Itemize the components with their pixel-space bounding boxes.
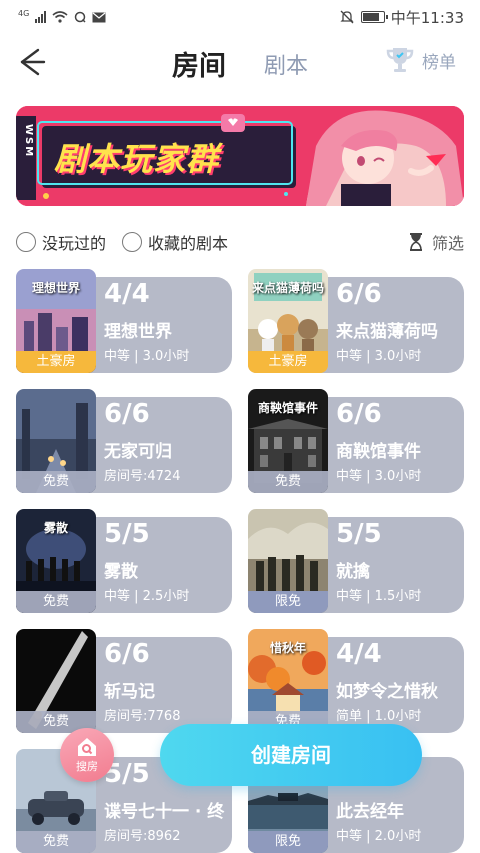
search-house-icon	[78, 738, 96, 756]
search-room-label: 搜房	[76, 760, 98, 773]
room-card[interactable]: 免费 6/6 无家可归房间号:4724	[16, 389, 232, 493]
hourglass-icon	[409, 233, 422, 251]
filter-button[interactable]: 筛选	[408, 230, 464, 254]
battery-icon	[360, 11, 388, 23]
room-card[interactable]: 限免 5/5 就擒中等 | 1.5小时	[248, 509, 464, 613]
room-title: 商鞅馆事件	[336, 442, 421, 462]
room-tag: 免费	[16, 831, 96, 853]
signal-icon	[35, 11, 47, 23]
room-tag: 限免	[248, 591, 328, 613]
room-tag: 免费	[248, 471, 328, 493]
trophy-icon	[386, 48, 414, 72]
wifi-icon	[52, 11, 68, 23]
room-cover-image: 限免	[248, 509, 328, 613]
filter-favorites-label: 收藏的剧本	[148, 234, 229, 253]
radio-circle-icon	[122, 232, 143, 252]
room-cover-image: 免费	[16, 629, 96, 733]
room-card[interactable]: 商鞅馆事件 免费 6/6 商鞅馆事件 中等 | 3.0小时	[248, 389, 464, 493]
room-tag: 免费	[16, 591, 96, 613]
room-cover-text: 来点猫薄荷吗	[252, 281, 325, 295]
room-meta: 中等 | 2.5小时	[104, 589, 190, 604]
room-title: 斩马记	[104, 682, 155, 702]
room-meta: 中等 | 3.0小时	[104, 349, 190, 364]
room-tag: 免费	[16, 471, 96, 493]
room-meta: 中等 | 2.0小时	[336, 829, 422, 844]
room-meta: 中等 | 1.5小时	[336, 589, 422, 604]
filter-favorites[interactable]: 收藏的剧本	[122, 230, 228, 254]
room-cover-image: 雾散 免费	[16, 509, 96, 613]
room-title: 来点猫薄荷吗	[336, 322, 438, 342]
room-card[interactable]: 惜秋年 免费 4/4 如梦令之惜秋简单 | 1.0小时	[248, 629, 464, 733]
room-cover-text: 商鞅馆事件	[257, 401, 318, 415]
qq-icon	[75, 11, 86, 23]
filter-row: 没玩过的 收藏的剧本 筛选	[16, 228, 464, 256]
room-title: 此去经年	[336, 802, 404, 822]
status-left: 4G	[18, 8, 106, 23]
room-title: 理想世界	[104, 322, 172, 342]
room-meta: 房间号:4724	[104, 469, 181, 484]
room-cover-image: 理想世界 土豪房	[16, 269, 96, 373]
room-player-count: 6/6	[336, 279, 382, 309]
room-card[interactable]: 理想世界 土豪房 4/4 理想世界 中等 | 3.0小时	[16, 269, 232, 373]
ranking-label: 榜单	[422, 52, 456, 73]
room-card[interactable]: 来点猫薄荷吗 土豪房 6/6 来点猫薄荷吗 中等 | 3.0小时	[248, 269, 464, 373]
banner-side-text: WSM	[23, 124, 34, 159]
room-title: 谍号七十一 · 终	[104, 802, 225, 822]
room-tag: 限免	[248, 831, 328, 853]
room-cover-image: 来点猫薄荷吗 土豪房	[248, 269, 328, 373]
room-player-count: 4/4	[104, 279, 150, 309]
room-player-count: 5/5	[336, 519, 382, 549]
room-player-count: 6/6	[104, 399, 150, 429]
room-title: 雾散	[104, 562, 138, 582]
tab-room[interactable]: 房间	[164, 44, 234, 83]
network-type: 4G	[18, 8, 30, 18]
back-arrow-icon[interactable]	[14, 44, 50, 80]
room-meta: 简单 | 1.0小时	[336, 709, 422, 724]
mail-icon	[92, 12, 106, 22]
room-cover-text: 理想世界	[31, 281, 80, 295]
radio-circle-icon	[16, 232, 36, 252]
room-title: 无家可归	[104, 442, 172, 462]
room-cover-image: 免费	[16, 389, 96, 493]
room-meta: 房间号:7768	[104, 709, 181, 724]
promo-banner[interactable]: WSM 剧本玩家群	[16, 106, 464, 206]
tab-room-label: 房间	[172, 51, 226, 82]
filter-not-played-label: 没玩过的	[42, 234, 107, 253]
room-player-count: 5/5	[104, 519, 150, 549]
filter-label: 筛选	[431, 234, 464, 253]
search-room-button[interactable]: 搜房	[60, 728, 114, 782]
room-tag: 土豪房	[16, 351, 96, 373]
room-card[interactable]: 免费 6/6 斩马记房间号:7768	[16, 629, 232, 733]
room-card[interactable]: 雾散 免费 5/5 雾散 中等 | 2.5小时	[16, 509, 232, 613]
room-cover-image: 惜秋年 免费	[248, 629, 328, 733]
room-cover-text: 雾散	[43, 521, 68, 535]
header: 房间 剧本 榜单	[0, 34, 480, 92]
room-player-count: 6/6	[104, 639, 150, 669]
room-meta: 中等 | 3.0小时	[336, 469, 422, 484]
mute-icon	[340, 10, 354, 24]
room-meta: 中等 | 3.0小时	[336, 349, 422, 364]
filter-not-played[interactable]: 没玩过的	[16, 230, 106, 254]
banner-title: 剧本玩家群	[54, 140, 220, 178]
create-room-label: 创建房间	[251, 743, 331, 767]
status-bar: 4G 中午11:33	[0, 0, 480, 34]
room-title: 就擒	[336, 562, 370, 582]
room-title: 如梦令之惜秋	[336, 682, 438, 702]
room-cover-image: 商鞅馆事件 免费	[248, 389, 328, 493]
room-tag: 土豪房	[248, 351, 328, 373]
tab-script-label: 剧本	[264, 54, 309, 79]
tab-script[interactable]: 剧本	[264, 48, 308, 80]
ranking-button[interactable]: 榜单	[384, 46, 456, 74]
clock: 中午11:33	[390, 8, 464, 27]
room-player-count: 6/6	[336, 399, 382, 429]
create-room-button[interactable]: 创建房间	[160, 724, 422, 786]
room-meta: 房间号:8962	[104, 829, 181, 844]
room-cover-text: 惜秋年	[269, 641, 306, 655]
room-player-count: 4/4	[336, 639, 382, 669]
status-right: 中午11:33	[339, 7, 464, 28]
